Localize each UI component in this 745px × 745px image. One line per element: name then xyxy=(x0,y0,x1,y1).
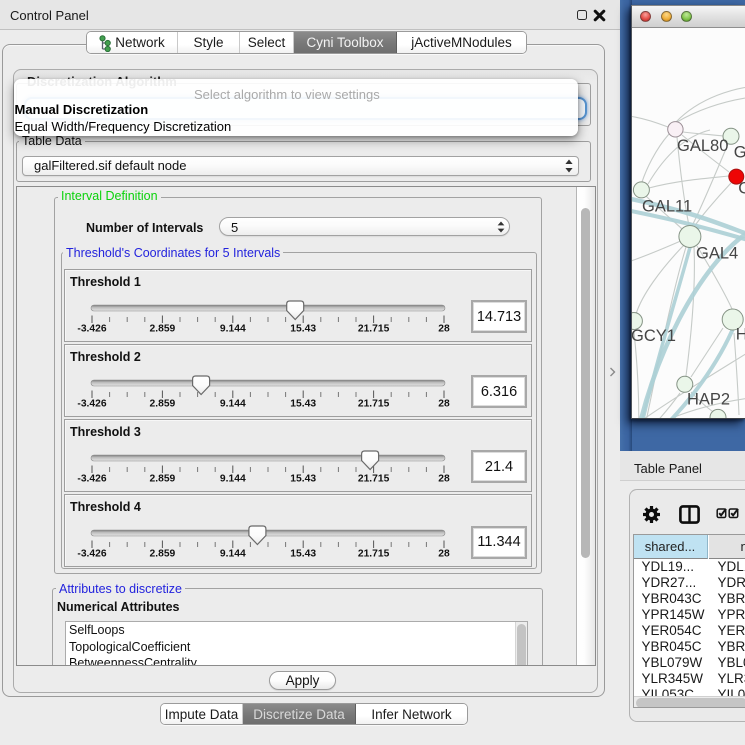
svg-text:21.715: 21.715 xyxy=(358,398,390,409)
svg-text:-3.426: -3.426 xyxy=(77,323,106,334)
svg-text:15.43: 15.43 xyxy=(290,323,316,334)
svg-text:GCY1: GCY1 xyxy=(632,327,676,345)
svg-text:9.144: 9.144 xyxy=(220,549,246,560)
svg-text:HAP2: HAP2 xyxy=(687,390,730,408)
svg-text:21.715: 21.715 xyxy=(358,549,390,560)
svg-text:9.144: 9.144 xyxy=(220,323,246,334)
svg-text:GAL3: GAL3 xyxy=(734,143,745,161)
svg-text:15.43: 15.43 xyxy=(290,398,316,409)
svg-text:15.43: 15.43 xyxy=(290,549,316,560)
svg-text:HIS: HIS xyxy=(736,326,745,344)
svg-text:28: 28 xyxy=(438,473,450,484)
svg-text:2.859: 2.859 xyxy=(150,398,176,409)
svg-text:2.859: 2.859 xyxy=(150,323,176,334)
svg-text:28: 28 xyxy=(438,398,450,409)
svg-text:9.144: 9.144 xyxy=(220,473,246,484)
svg-text:GAL80: GAL80 xyxy=(677,137,728,155)
svg-text:21.715: 21.715 xyxy=(358,473,390,484)
svg-text:28: 28 xyxy=(438,323,450,334)
svg-text:9.144: 9.144 xyxy=(220,398,246,409)
svg-text:2.859: 2.859 xyxy=(150,549,176,560)
svg-text:GAL11: GAL11 xyxy=(642,198,692,216)
svg-text:15.43: 15.43 xyxy=(290,473,316,484)
svg-text:2.859: 2.859 xyxy=(150,473,176,484)
svg-text:28: 28 xyxy=(438,549,450,560)
svg-text:-3.426: -3.426 xyxy=(77,473,106,484)
svg-text:21.715: 21.715 xyxy=(358,323,390,334)
svg-text:CRZ: CRZ xyxy=(738,180,745,198)
svg-text:GAL4: GAL4 xyxy=(696,245,738,263)
svg-text:-3.426: -3.426 xyxy=(77,549,106,560)
svg-text:-3.426: -3.426 xyxy=(77,398,106,409)
